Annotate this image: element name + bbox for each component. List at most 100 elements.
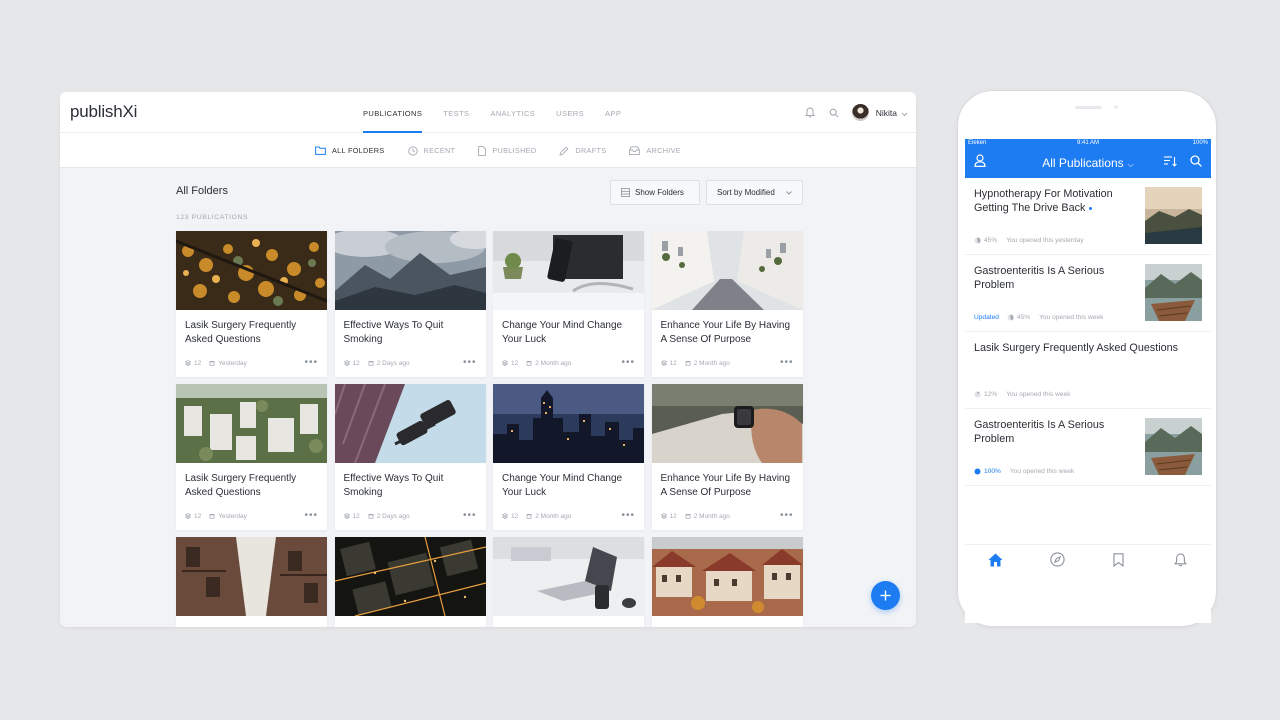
app-logo[interactable]: publishXi (70, 102, 137, 122)
filter-recent[interactable]: RECENT (407, 145, 456, 156)
more-icon[interactable]: ••• (621, 511, 635, 521)
phone-speaker (1075, 106, 1102, 109)
publication-card[interactable]: Change Your Mind Change Your Luck 12 2 M… (493, 231, 644, 377)
item-title-text: Hypnotherapy For Motivation Getting The … (974, 188, 1113, 214)
card-thumbnail (176, 384, 327, 463)
publication-card[interactable] (334, 537, 486, 627)
filter-label: ARCHIVE (646, 146, 681, 155)
page-count: 12 (669, 359, 677, 367)
progress-text: 45% (1016, 314, 1031, 321)
filter-drafts[interactable]: DRAFTS (559, 146, 606, 156)
bell-icon[interactable] (1170, 550, 1190, 570)
list-item[interactable]: Lasik Surgery Frequently Asked Questions… (965, 332, 1211, 409)
calendar-icon (209, 361, 215, 366)
filter-label: PUBLISHED (492, 146, 537, 155)
card-meta: 12 2 Month ago ••• (493, 509, 644, 523)
more-icon[interactable]: ••• (304, 511, 318, 521)
home-icon[interactable] (986, 550, 1006, 570)
item-title: Lasik Surgery Frequently Asked Questions (974, 342, 1179, 354)
publication-card[interactable]: Enhance Your Life By Having A Sense Of P… (651, 384, 803, 530)
list-item[interactable]: Hypnotherapy For Motivation Getting The … (965, 178, 1211, 255)
more-icon[interactable]: ••• (621, 358, 635, 368)
calendar-icon (209, 514, 215, 519)
publication-card[interactable]: Effective Ways To Quit Smoking 12 2 Days… (334, 384, 486, 530)
page-count: 12 (194, 359, 202, 367)
layers-icon (185, 360, 191, 366)
layers-icon (502, 513, 508, 519)
filter-archive[interactable]: ARCHIVE (629, 146, 681, 155)
more-icon[interactable]: ••• (463, 358, 477, 368)
card-title: Lasik Surgery Frequently Asked Questions (185, 320, 297, 345)
publication-card[interactable]: Effective Ways To Quit Smoking 12 2 Days… (334, 231, 486, 377)
sort-dropdown[interactable]: Sort by Modified (706, 180, 803, 205)
publications-dropdown[interactable]: All Publications ⌵ (965, 156, 1211, 170)
nav-tests[interactable]: TESTS (443, 92, 469, 133)
calendar-icon (526, 514, 532, 519)
phone-camera (1114, 105, 1118, 109)
filter-label: DRAFTS (575, 146, 607, 155)
nav-users[interactable]: USERS (556, 92, 584, 133)
calendar-icon (685, 361, 691, 366)
item-thumbnail (1145, 418, 1202, 475)
more-icon[interactable]: ••• (780, 511, 794, 521)
modified-date: Yesterday (218, 512, 247, 520)
page-count: 12 (669, 512, 677, 520)
card-title (493, 616, 644, 627)
card-meta: 12 2 Month ago ••• (652, 509, 803, 523)
search-icon[interactable] (828, 107, 840, 119)
layers-icon (343, 513, 350, 519)
card-title: Effective Ways To Quit Smoking (343, 473, 444, 498)
more-icon[interactable]: ••• (463, 511, 477, 521)
nav-app[interactable]: APP (605, 92, 621, 133)
item-thumbnail (1145, 264, 1202, 321)
progress-pie-icon (1007, 314, 1014, 321)
publication-card[interactable] (176, 537, 327, 627)
document-icon (478, 145, 487, 156)
user-name[interactable]: Nikita (876, 108, 897, 118)
card-meta: 12 Yesterday ••• (176, 356, 327, 370)
card-title (335, 616, 486, 627)
publication-card[interactable] (493, 537, 644, 627)
card-meta: 12 2 Month ago ••• (493, 356, 644, 370)
list-item[interactable]: Gastroenteritis Is A Serious Problem Upd… (965, 255, 1211, 332)
nav-publications[interactable]: PUBLICATIONS (363, 92, 423, 133)
folder-icon (315, 146, 326, 155)
card-title (652, 616, 803, 627)
avatar[interactable] (851, 104, 869, 121)
publication-card[interactable]: Change Your Mind Change Your Luck 12 2 M… (493, 384, 644, 530)
card-thumbnail (493, 384, 644, 463)
nav-analytics[interactable]: ANALYTICS (490, 92, 535, 133)
list-item[interactable]: Gastroenteritis Is A Serious Problem 100… (965, 409, 1211, 486)
mobile-screen: Eleken 9:41 AM 100% All Publications⌵ H (965, 139, 1211, 623)
publication-card[interactable]: Lasik Surgery Frequently Asked Questions… (176, 384, 327, 530)
publication-grid: Lasik Surgery Frequently Asked Questions… (176, 231, 803, 627)
chevron-down-icon: ⌵ (1127, 159, 1134, 169)
show-folders-button[interactable]: Show Folders (610, 180, 700, 205)
publication-card[interactable]: Enhance Your Life By Having A Sense Of P… (651, 231, 803, 377)
status-time: 9:41 AM (1076, 140, 1099, 146)
progress: 100% (974, 468, 1001, 475)
card-thumbnail (651, 537, 803, 616)
bookmark-icon[interactable] (1109, 550, 1129, 570)
progress: 45% (974, 237, 997, 244)
plus-icon (880, 590, 891, 601)
filter-published[interactable]: PUBLISHED (478, 145, 537, 156)
publication-card[interactable]: Lasik Surgery Frequently Asked Questions… (176, 231, 327, 377)
bell-icon[interactable] (804, 107, 816, 119)
card-thumbnail (334, 537, 486, 616)
chevron-down-icon[interactable] (901, 104, 908, 122)
more-icon[interactable]: ••• (780, 358, 794, 368)
publication-card[interactable] (651, 537, 803, 627)
item-title: Gastroenteritis Is A Serious Problem (974, 419, 1105, 445)
top-right-controls: Nikita (804, 92, 908, 133)
more-icon[interactable]: ••• (304, 358, 318, 368)
modified-date: 2 Month ago (693, 359, 730, 367)
page-title: All Folders (176, 185, 228, 197)
progress-pie-icon (974, 468, 981, 475)
add-publication-button[interactable] (871, 581, 900, 610)
progress-text: 45% (984, 237, 998, 244)
page-count: 12 (352, 359, 360, 367)
compass-icon[interactable] (1047, 550, 1067, 570)
filter-all-folders[interactable]: ALL FOLDERS (315, 146, 385, 155)
sort-label: Sort by Modified (717, 188, 775, 197)
